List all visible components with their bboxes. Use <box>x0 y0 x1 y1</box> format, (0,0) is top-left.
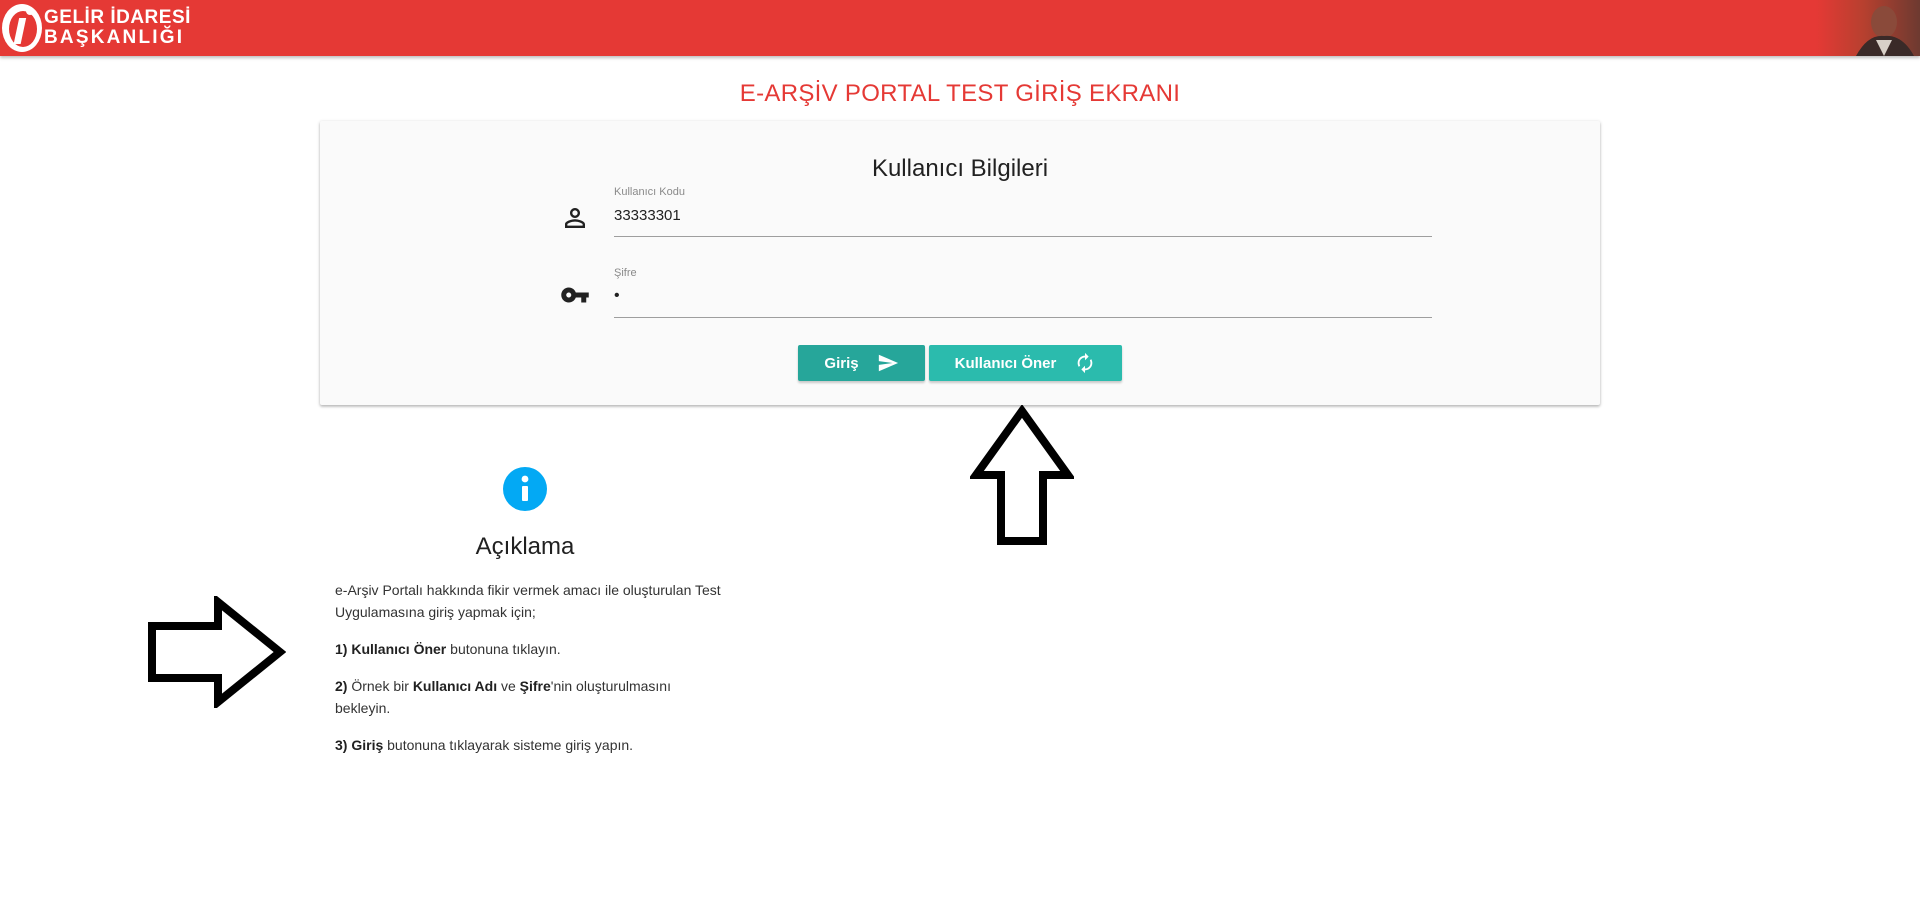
username-label: Kullanıcı Kodu <box>614 186 685 198</box>
refresh-icon <box>1074 352 1096 374</box>
step-1-number: 1) <box>335 641 348 657</box>
gib-logo[interactable]: GELİR İDARESİ BAŞKANLIĞI <box>0 0 191 56</box>
password-label: Şifre <box>614 267 637 279</box>
gib-logo-icon <box>0 0 44 56</box>
step-1-bold: Kullanıcı Öner <box>351 641 447 657</box>
login-button[interactable]: Giriş <box>798 345 925 381</box>
username-input[interactable] <box>614 202 1430 228</box>
suggest-user-button-label: Kullanıcı Öner <box>954 354 1057 372</box>
password-input[interactable] <box>614 283 1430 309</box>
password-underline <box>614 317 1432 318</box>
person-icon <box>560 203 590 233</box>
up-arrow-icon <box>968 404 1076 550</box>
step-3-bold: Giriş <box>351 737 384 753</box>
step-2-pre: Örnek bir <box>347 678 413 694</box>
step-2-number: 2) <box>335 678 348 694</box>
username-underline <box>614 236 1432 237</box>
step-2-bold-1: Kullanıcı Adı <box>412 678 498 694</box>
step-1-text: butonuna tıklayın. <box>446 641 561 657</box>
password-field: Şifre <box>560 267 1432 327</box>
logo-line-1: GELİR İDARESİ <box>44 7 191 28</box>
send-icon <box>877 352 899 374</box>
info-intro: e-Arşiv Portalı hakkında fikir vermek am… <box>335 582 721 620</box>
info-title: Açıklama <box>475 533 575 560</box>
username-field: Kullanıcı Kodu <box>560 186 1432 246</box>
right-arrow-icon <box>146 593 287 713</box>
page-title: E-ARŞİV PORTAL TEST GİRİŞ EKRANI <box>739 80 1181 107</box>
top-header: GELİR İDARESİ BAŞKANLIĞI <box>0 0 1920 56</box>
step-3-text: butonuna tıklayarak sisteme giriş yapın. <box>383 737 634 753</box>
info-icon <box>503 467 547 511</box>
key-icon <box>560 280 590 310</box>
info-step-1: 1) Kullanıcı Öner butonuna tıklayın. <box>335 638 735 660</box>
step-2-bold-2: Şifre <box>519 678 551 694</box>
info-body: e-Arşiv Portalı hakkında fikir vermek am… <box>335 579 735 771</box>
logo-text: GELİR İDARESİ BAŞKANLIĞI <box>44 8 191 48</box>
step-3-number: 3) <box>335 737 348 753</box>
step-2-mid: ve <box>497 678 520 694</box>
login-card: Kullanıcı Bilgileri Kullanıcı Kodu Şifre… <box>320 121 1600 405</box>
info-step-2: 2) Örnek bir Kullanıcı Adı ve Şifre'nin … <box>335 675 705 719</box>
portrait-image <box>1816 0 1920 56</box>
info-step-3: 3) Giriş butonuna tıklayarak sisteme gir… <box>335 734 735 756</box>
login-button-label: Giriş <box>824 354 859 372</box>
logo-line-2: BAŞKANLIĞI <box>44 27 185 48</box>
suggest-user-button[interactable]: Kullanıcı Öner <box>929 345 1122 381</box>
card-title: Kullanıcı Bilgileri <box>871 155 1049 182</box>
